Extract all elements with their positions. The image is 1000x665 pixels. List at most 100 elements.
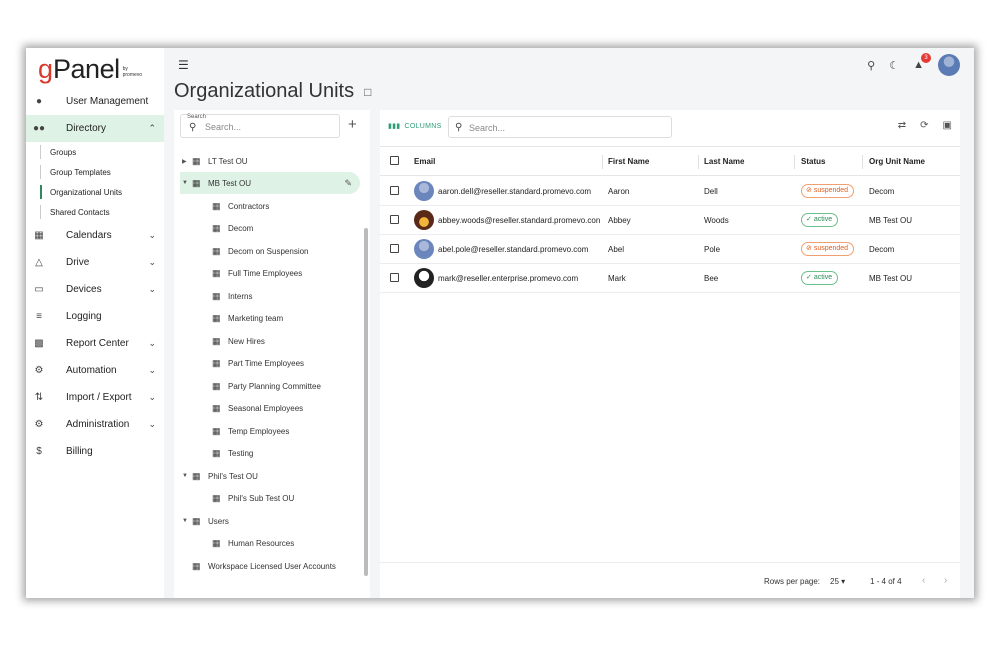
sidebar-item-billing[interactable]: $ Billing [26,438,164,465]
chevron-down-icon[interactable]: ⌄ [148,392,156,403]
add-ou-button[interactable]: + [348,116,357,133]
gpanel-logo[interactable]: g Panel by promevo [38,54,149,84]
tree-item[interactable]: ▦ Decom [180,217,360,239]
rows-per-page-select[interactable]: 25 ▾ [830,577,845,586]
tree-item[interactable]: ▦ Part Time Employees [180,352,360,374]
table-row[interactable]: mark@reseller.enterprise.promevo.com Mark… [380,264,960,293]
tree-item[interactable]: ▦ Full Time Employees [180,262,360,284]
subitem-label: Group Templates [50,167,111,177]
expand-arrow-down-icon[interactable]: ▼ [182,180,188,186]
building-icon: ▦ [192,155,201,166]
sidebar-item-directory[interactable]: ●● Directory ⌃ [26,115,164,142]
caret-down-icon: ▾ [841,577,846,586]
column-header-first-name[interactable]: First Name [608,157,649,166]
search-icon[interactable]: ⚲ [867,59,875,72]
sidebar-item-calendars[interactable]: ▦ Calendars ⌄ [26,222,164,249]
page-title-text: Organizational Units [174,80,355,102]
chevron-up-icon[interactable]: ⌃ [148,123,156,134]
column-header-org-unit[interactable]: Org Unit Name [869,157,925,166]
move-icon[interactable]: ⇄ [898,120,906,131]
sidebar-item-label: Import / Export [66,392,132,403]
notifications-bell-icon[interactable]: ▲ 3 [913,53,931,71]
sidebar: g Panel by promevo ● User Management ●● D… [26,48,164,598]
column-header-email[interactable]: Email [414,157,435,166]
sidebar-item-logging[interactable]: ≡ Logging [26,303,164,330]
building-icon: ▦ [192,470,201,481]
tree-item[interactable]: ▦ Human Resources [180,532,360,554]
tree-search-label: Search [187,114,207,120]
tree-item[interactable]: ▼ ▦ Phil's Test OU [180,465,360,487]
sidebar-item-report-center[interactable]: ▩ Report Center ⌄ [26,330,164,357]
tree-item-label: Decom on Suspension [228,246,309,256]
sidebar-item-automation[interactable]: ⚙ Automation ⌄ [26,357,164,384]
tree-item[interactable]: ▦ New Hires [180,330,360,352]
building-icon: ▦ [212,290,221,301]
tree-item[interactable]: ▦ Phil's Sub Test OU [180,487,360,509]
row-checkbox[interactable] [390,273,399,282]
chevron-down-icon[interactable]: ⌄ [148,230,156,241]
expand-arrow-right-icon[interactable]: ▶ [182,158,187,165]
sidebar-item-import-export[interactable]: ⇅ Import / Export ⌄ [26,384,164,411]
tree-item[interactable]: ▦ Party Planning Committee [180,375,360,397]
expand-arrow-down-icon[interactable]: ▼ [182,518,188,524]
chevron-down-icon[interactable]: ⌄ [148,284,156,295]
next-page-icon[interactable]: › [944,575,947,586]
tree-item[interactable]: ▶ ▦ LT Test OU [180,150,360,172]
chevron-down-icon[interactable]: ⌄ [148,257,156,268]
tree-item[interactable]: ▦ Decom on Suspension [180,240,360,262]
row-checkbox[interactable] [390,186,399,195]
tree-item-label: Decom [228,223,254,233]
bookmark-icon[interactable]: □ [364,85,371,99]
table-row[interactable]: aaron.dell@reseller.standard.promevo.com… [380,177,960,206]
sidebar-subitem-group-templates[interactable]: Group Templates [26,162,164,182]
import-export-icon: ⇅ [34,392,44,403]
tree-item[interactable]: ▼ ▦ Users [180,510,360,532]
columns-button[interactable]: ▮▮▮ COLUMNS [388,122,442,131]
hamburger-menu-icon[interactable]: ☰ [178,58,189,72]
chevron-down-icon[interactable]: ⌄ [148,365,156,376]
tree-item[interactable]: ▦ Interns [180,285,360,307]
sidebar-item-devices[interactable]: ▭ Devices ⌄ [26,276,164,303]
edit-pencil-icon[interactable]: ✎ [344,178,352,189]
table-row[interactable]: abel.pole@reseller.standard.promevo.com A… [380,235,960,264]
sidebar-subitem-groups[interactable]: Groups [26,142,164,162]
tree-scrollbar[interactable] [364,228,368,576]
tree-item[interactable]: ▦ Testing [180,442,360,464]
refresh-icon[interactable]: ⟳ [920,120,928,131]
table-row[interactable]: abbey.woods@reseller.standard.promevo.co… [380,206,960,235]
dark-mode-icon[interactable]: ☾ [889,59,899,72]
tree-item[interactable]: ▼ ▦ MB Test OU ✎ [180,172,360,194]
chevron-down-icon[interactable]: ⌄ [148,338,156,349]
tree-search-input[interactable]: Search ⚲ Search... [180,114,340,138]
status-badge: ✓ active [801,271,839,285]
tree-item[interactable]: ▦ Contractors [180,195,360,217]
sidebar-subitem-organizational-units[interactable]: Organizational Units [26,182,164,202]
user-avatar[interactable] [938,54,960,76]
table-search-input[interactable]: ⚲ Search... [448,116,672,138]
prev-page-icon[interactable]: ‹ [922,575,925,586]
sidebar-item-drive[interactable]: △ Drive ⌄ [26,249,164,276]
notification-badge: 3 [921,53,931,63]
sidebar-item-label: Billing [66,446,93,457]
cell-email: abbey.woods@reseller.standard.promevo.co… [438,216,601,225]
tree-item[interactable]: ▦ Workspace Licensed User Accounts [180,555,360,577]
sidebar-item-user-management[interactable]: ● User Management [26,88,164,115]
cell-email: mark@reseller.enterprise.promevo.com [438,274,579,283]
sidebar-subitem-shared-contacts[interactable]: Shared Contacts [26,202,164,222]
sidebar-item-administration[interactable]: ⚙ Administration ⌄ [26,411,164,438]
select-all-checkbox[interactable] [390,156,399,165]
export-icon[interactable]: ▣ [943,120,952,131]
tree-item[interactable]: ▦ Marketing team [180,307,360,329]
expand-arrow-down-icon[interactable]: ▼ [182,473,188,479]
row-checkbox[interactable] [390,215,399,224]
row-checkbox[interactable] [390,244,399,253]
cell-org-unit: MB Test OU [869,216,912,225]
blocked-icon: ⊘ [806,187,814,194]
cell-last-name: Dell [704,187,718,196]
tree-item[interactable]: ▦ Seasonal Employees [180,397,360,419]
column-header-last-name[interactable]: Last Name [704,157,744,166]
column-header-status[interactable]: Status [801,157,825,166]
tree-item[interactable]: ▦ Temp Employees [180,420,360,442]
building-icon: ▦ [212,222,221,233]
chevron-down-icon[interactable]: ⌄ [148,419,156,430]
